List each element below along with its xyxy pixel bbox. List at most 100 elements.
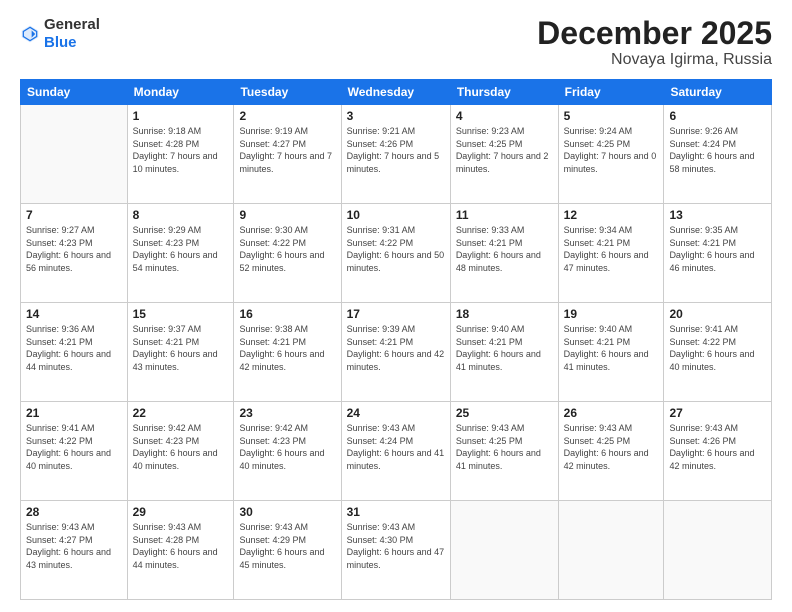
day-info: Sunrise: 9:29 AMSunset: 4:23 PMDaylight:… [133, 225, 218, 273]
calendar-cell: 29 Sunrise: 9:43 AMSunset: 4:28 PMDayligh… [127, 501, 234, 600]
calendar-cell: 19 Sunrise: 9:40 AMSunset: 4:21 PMDayligh… [558, 303, 664, 402]
calendar-cell: 10 Sunrise: 9:31 AMSunset: 4:22 PMDayligh… [341, 204, 450, 303]
day-number: 10 [347, 208, 445, 222]
header-day-sunday: Sunday [21, 80, 128, 105]
day-info: Sunrise: 9:41 AMSunset: 4:22 PMDaylight:… [26, 423, 111, 471]
logo-general: General [44, 16, 100, 33]
day-number: 14 [26, 307, 122, 321]
day-info: Sunrise: 9:31 AMSunset: 4:22 PMDaylight:… [347, 225, 445, 273]
day-number: 30 [239, 505, 335, 519]
calendar-cell [21, 105, 128, 204]
header-day-friday: Friday [558, 80, 664, 105]
day-number: 21 [26, 406, 122, 420]
calendar-cell: 26 Sunrise: 9:43 AMSunset: 4:25 PMDayligh… [558, 402, 664, 501]
week-row-3: 14Sunrise: 9:36 AMSunset: 4:21 PMDayligh… [21, 303, 772, 402]
calendar-cell: 13 Sunrise: 9:35 AMSunset: 4:21 PMDayligh… [664, 204, 772, 303]
month-title: December 2025 [537, 16, 772, 51]
calendar-cell [558, 501, 664, 600]
day-info: Sunrise: 9:23 AMSunset: 4:25 PMDaylight:… [456, 126, 549, 174]
header-row: SundayMondayTuesdayWednesdayThursdayFrid… [21, 80, 772, 105]
day-info: Sunrise: 9:42 AMSunset: 4:23 PMDaylight:… [133, 423, 218, 471]
logo-blue: Blue [44, 34, 77, 51]
day-number: 26 [564, 406, 659, 420]
calendar-cell: 16 Sunrise: 9:38 AMSunset: 4:21 PMDayligh… [234, 303, 341, 402]
day-info: Sunrise: 9:30 AMSunset: 4:22 PMDaylight:… [239, 225, 324, 273]
calendar-cell: 5 Sunrise: 9:24 AMSunset: 4:25 PMDaylight… [558, 105, 664, 204]
day-number: 31 [347, 505, 445, 519]
calendar-cell: 18 Sunrise: 9:40 AMSunset: 4:21 PMDayligh… [450, 303, 558, 402]
location: Novaya Igirma, Russia [537, 51, 772, 69]
day-number: 4 [456, 109, 553, 123]
logo: General Blue [20, 16, 100, 52]
day-info: Sunrise: 9:43 AMSunset: 4:27 PMDaylight:… [26, 522, 111, 570]
week-row-2: 7 Sunrise: 9:27 AMSunset: 4:23 PMDaylight… [21, 204, 772, 303]
day-info: Sunrise: 9:26 AMSunset: 4:24 PMDaylight:… [669, 126, 754, 174]
day-info: Sunrise: 9:42 AMSunset: 4:23 PMDaylight:… [239, 423, 324, 471]
logo-text: General Blue [44, 16, 100, 52]
calendar-cell: 7 Sunrise: 9:27 AMSunset: 4:23 PMDaylight… [21, 204, 128, 303]
day-number: 16 [239, 307, 335, 321]
day-number: 17 [347, 307, 445, 321]
header-day-tuesday: Tuesday [234, 80, 341, 105]
day-info: Sunrise: 9:38 AMSunset: 4:21 PMDaylight:… [239, 324, 324, 372]
logo-icon [20, 24, 40, 44]
calendar-body: 1 Sunrise: 9:18 AMSunset: 4:28 PMDaylight… [21, 105, 772, 600]
calendar-cell: 8 Sunrise: 9:29 AMSunset: 4:23 PMDaylight… [127, 204, 234, 303]
calendar-cell: 9 Sunrise: 9:30 AMSunset: 4:22 PMDaylight… [234, 204, 341, 303]
day-number: 5 [564, 109, 659, 123]
day-info: Sunrise: 9:43 AMSunset: 4:25 PMDaylight:… [456, 423, 541, 471]
calendar-cell: 14Sunrise: 9:36 AMSunset: 4:21 PMDayligh… [21, 303, 128, 402]
day-info: Sunrise: 9:19 AMSunset: 4:27 PMDaylight:… [239, 126, 332, 174]
day-number: 13 [669, 208, 766, 222]
day-number: 6 [669, 109, 766, 123]
week-row-1: 1 Sunrise: 9:18 AMSunset: 4:28 PMDaylight… [21, 105, 772, 204]
day-info: Sunrise: 9:37 AMSunset: 4:21 PMDaylight:… [133, 324, 218, 372]
calendar-cell: 24Sunrise: 9:43 AMSunset: 4:24 PMDayligh… [341, 402, 450, 501]
calendar-cell: 11 Sunrise: 9:33 AMSunset: 4:21 PMDayligh… [450, 204, 558, 303]
calendar-cell: 4 Sunrise: 9:23 AMSunset: 4:25 PMDaylight… [450, 105, 558, 204]
day-info: Sunrise: 9:43 AMSunset: 4:30 PMDaylight:… [347, 522, 445, 570]
day-number: 29 [133, 505, 229, 519]
day-number: 8 [133, 208, 229, 222]
calendar-cell: 20 Sunrise: 9:41 AMSunset: 4:22 PMDayligh… [664, 303, 772, 402]
calendar-cell: 27 Sunrise: 9:43 AMSunset: 4:26 PMDayligh… [664, 402, 772, 501]
day-number: 19 [564, 307, 659, 321]
day-info: Sunrise: 9:18 AMSunset: 4:28 PMDaylight:… [133, 126, 218, 174]
day-number: 2 [239, 109, 335, 123]
week-row-5: 28Sunrise: 9:43 AMSunset: 4:27 PMDayligh… [21, 501, 772, 600]
calendar-cell: 25Sunrise: 9:43 AMSunset: 4:25 PMDayligh… [450, 402, 558, 501]
day-info: Sunrise: 9:40 AMSunset: 4:21 PMDaylight:… [564, 324, 649, 372]
calendar-cell: 2 Sunrise: 9:19 AMSunset: 4:27 PMDaylight… [234, 105, 341, 204]
calendar-cell: 30Sunrise: 9:43 AMSunset: 4:29 PMDayligh… [234, 501, 341, 600]
day-number: 24 [347, 406, 445, 420]
day-info: Sunrise: 9:40 AMSunset: 4:21 PMDaylight:… [456, 324, 541, 372]
day-info: Sunrise: 9:43 AMSunset: 4:28 PMDaylight:… [133, 522, 218, 570]
day-number: 9 [239, 208, 335, 222]
day-number: 20 [669, 307, 766, 321]
day-number: 22 [133, 406, 229, 420]
day-info: Sunrise: 9:43 AMSunset: 4:26 PMDaylight:… [669, 423, 754, 471]
calendar-cell: 15Sunrise: 9:37 AMSunset: 4:21 PMDayligh… [127, 303, 234, 402]
calendar-cell: 17 Sunrise: 9:39 AMSunset: 4:21 PMDayligh… [341, 303, 450, 402]
day-info: Sunrise: 9:27 AMSunset: 4:23 PMDaylight:… [26, 225, 111, 273]
day-info: Sunrise: 9:35 AMSunset: 4:21 PMDaylight:… [669, 225, 754, 273]
title-block: December 2025 Novaya Igirma, Russia [537, 16, 772, 69]
day-number: 18 [456, 307, 553, 321]
day-number: 7 [26, 208, 122, 222]
day-number: 27 [669, 406, 766, 420]
day-info: Sunrise: 9:24 AMSunset: 4:25 PMDaylight:… [564, 126, 657, 174]
calendar-cell: 6 Sunrise: 9:26 AMSunset: 4:24 PMDaylight… [664, 105, 772, 204]
day-info: Sunrise: 9:34 AMSunset: 4:21 PMDaylight:… [564, 225, 649, 273]
day-number: 11 [456, 208, 553, 222]
header: General Blue December 2025 Novaya Igirma… [20, 16, 772, 69]
calendar-cell [664, 501, 772, 600]
day-number: 3 [347, 109, 445, 123]
page: General Blue December 2025 Novaya Igirma… [0, 0, 792, 612]
header-day-monday: Monday [127, 80, 234, 105]
day-info: Sunrise: 9:39 AMSunset: 4:21 PMDaylight:… [347, 324, 445, 372]
day-info: Sunrise: 9:41 AMSunset: 4:22 PMDaylight:… [669, 324, 754, 372]
day-info: Sunrise: 9:43 AMSunset: 4:25 PMDaylight:… [564, 423, 649, 471]
day-number: 1 [133, 109, 229, 123]
calendar-cell [450, 501, 558, 600]
day-info: Sunrise: 9:33 AMSunset: 4:21 PMDaylight:… [456, 225, 541, 273]
